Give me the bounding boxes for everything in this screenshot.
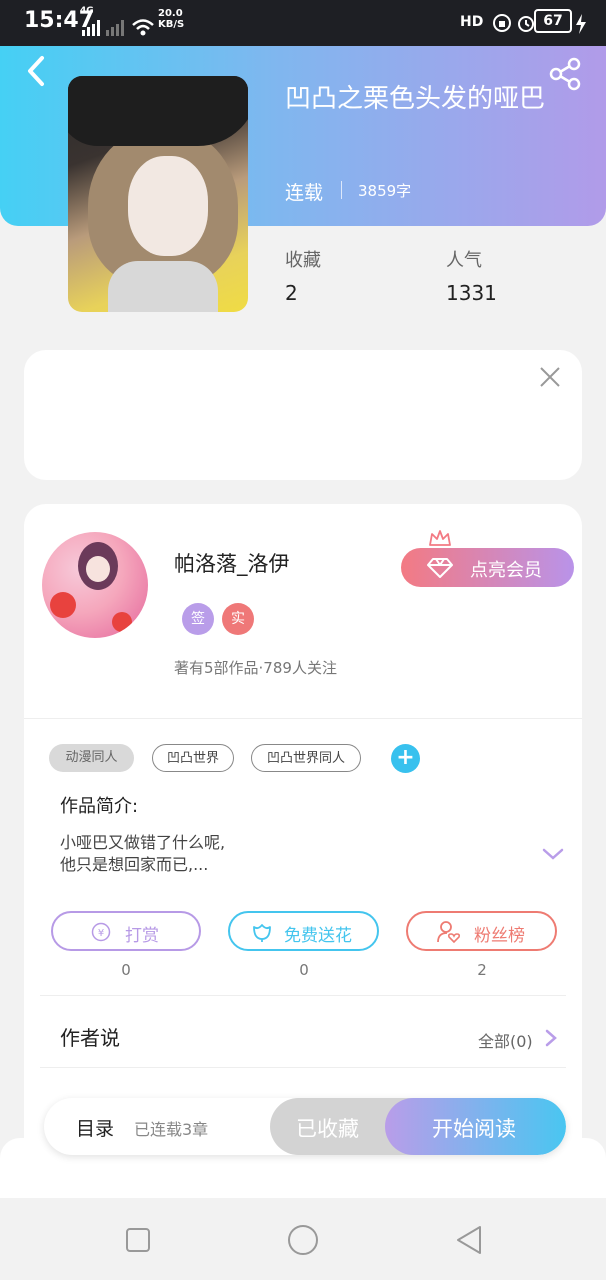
cover-art-body	[108, 261, 218, 312]
verified-badge: 实	[222, 603, 254, 635]
back-icon[interactable]	[22, 54, 52, 88]
bottom-action-bar: 目录 已连载3章 已收藏 开始阅读	[44, 1098, 566, 1155]
book-title: 凹凸之栗色头发的哑巴	[285, 84, 546, 114]
divider	[341, 181, 342, 199]
signal-icon	[82, 20, 100, 36]
chevron-right-icon[interactable]	[544, 1028, 558, 1048]
battery-icon: 67	[534, 9, 572, 33]
send-flower-label: 免费送花	[284, 926, 352, 946]
share-icon[interactable]	[548, 56, 584, 92]
tag-chip[interactable]: 凹凸世界同人	[251, 744, 361, 772]
signed-badge: 签	[182, 603, 214, 635]
chapter-count: 已连载3章	[134, 1120, 209, 1139]
divider	[24, 718, 582, 719]
battery-level: 67	[543, 13, 563, 29]
intro-line: 小哑巴又做错了什么呢,	[60, 833, 226, 852]
cover-art-face	[128, 156, 208, 256]
avatar-art-strawberry	[50, 592, 76, 618]
avatar-art-strawberry-2	[112, 612, 132, 632]
signal-2-icon	[106, 20, 124, 36]
home-icon[interactable]	[287, 1224, 319, 1256]
tag-chip[interactable]: 凹凸世界	[152, 744, 234, 772]
network-type: 4G	[80, 6, 94, 16]
diamond-icon	[427, 558, 453, 578]
toc-button[interactable]: 目录	[76, 1114, 114, 1141]
cover-art-hat	[68, 76, 248, 146]
yen-icon: ¥	[91, 922, 111, 942]
crown-icon	[429, 530, 451, 546]
close-icon[interactable]	[538, 365, 562, 389]
author-name[interactable]: 帕洛落_洛伊	[174, 548, 290, 578]
back-nav-icon[interactable]	[455, 1225, 483, 1255]
flower-count: 0	[299, 961, 309, 979]
author-avatar[interactable]	[42, 532, 148, 638]
author-says-all[interactable]: 全部(0)	[478, 1028, 533, 1052]
user-heart-icon	[437, 921, 461, 944]
recent-apps-icon[interactable]	[126, 1228, 150, 1252]
author-info: 著有5部作品·789人关注	[174, 659, 337, 677]
fans-ranking-label: 粉丝榜	[474, 926, 525, 946]
favorited-label: 已收藏	[296, 1117, 359, 1141]
lock-rotation-icon	[493, 14, 511, 32]
fans-count: 2	[477, 961, 487, 979]
add-tag-button[interactable]: +	[391, 744, 420, 773]
start-reading-label: 开始阅读	[432, 1117, 516, 1141]
start-reading-button[interactable]: 开始阅读	[385, 1098, 566, 1155]
tag-chip[interactable]: 动漫同人	[49, 744, 134, 772]
alarm-icon	[518, 16, 534, 32]
avatar-art-face	[86, 556, 110, 582]
stat-label-popularity: 人气	[446, 250, 482, 271]
banner-card	[24, 350, 582, 480]
divider	[40, 1067, 566, 1068]
status-bar: 15:47 4G 20.0 KB/S HD 67	[0, 0, 606, 46]
system-nav-bar	[0, 1198, 606, 1280]
stat-value-favorites: 2	[285, 281, 298, 305]
reward-label: 打赏	[125, 926, 159, 946]
fans-ranking-button[interactable]: 粉丝榜	[406, 911, 557, 951]
book-cover[interactable]	[68, 76, 248, 312]
word-count: 3859字	[358, 182, 412, 200]
vip-button-label: 点亮会员	[470, 560, 542, 581]
net-speed-unit: KB/S	[158, 19, 185, 30]
net-speed: 20.0 KB/S	[158, 8, 184, 30]
net-speed-value: 20.0	[158, 8, 183, 19]
chevron-down-icon[interactable]	[541, 846, 565, 862]
book-status: 连载	[285, 182, 324, 204]
stat-label-favorites: 收藏	[285, 250, 321, 271]
intro-heading: 作品简介:	[60, 796, 139, 817]
stat-value-popularity: 1331	[446, 281, 497, 305]
author-says-heading: 作者说	[60, 1026, 120, 1050]
wifi-icon	[132, 19, 154, 36]
intro-text: 小哑巴又做错了什么呢, 他只是想回家而已,...	[60, 832, 225, 876]
intro-line: 他只是想回家而已,...	[60, 855, 209, 874]
divider	[40, 995, 566, 996]
reward-button[interactable]: ¥ 打赏	[51, 911, 201, 951]
reward-count: 0	[121, 961, 131, 979]
charging-icon	[576, 14, 586, 34]
hd-label: HD	[460, 14, 484, 30]
send-flower-button[interactable]: 免费送花	[228, 911, 379, 951]
svg-text:¥: ¥	[98, 928, 104, 939]
vip-button[interactable]: 点亮会员	[401, 548, 574, 587]
flower-icon	[253, 924, 271, 942]
